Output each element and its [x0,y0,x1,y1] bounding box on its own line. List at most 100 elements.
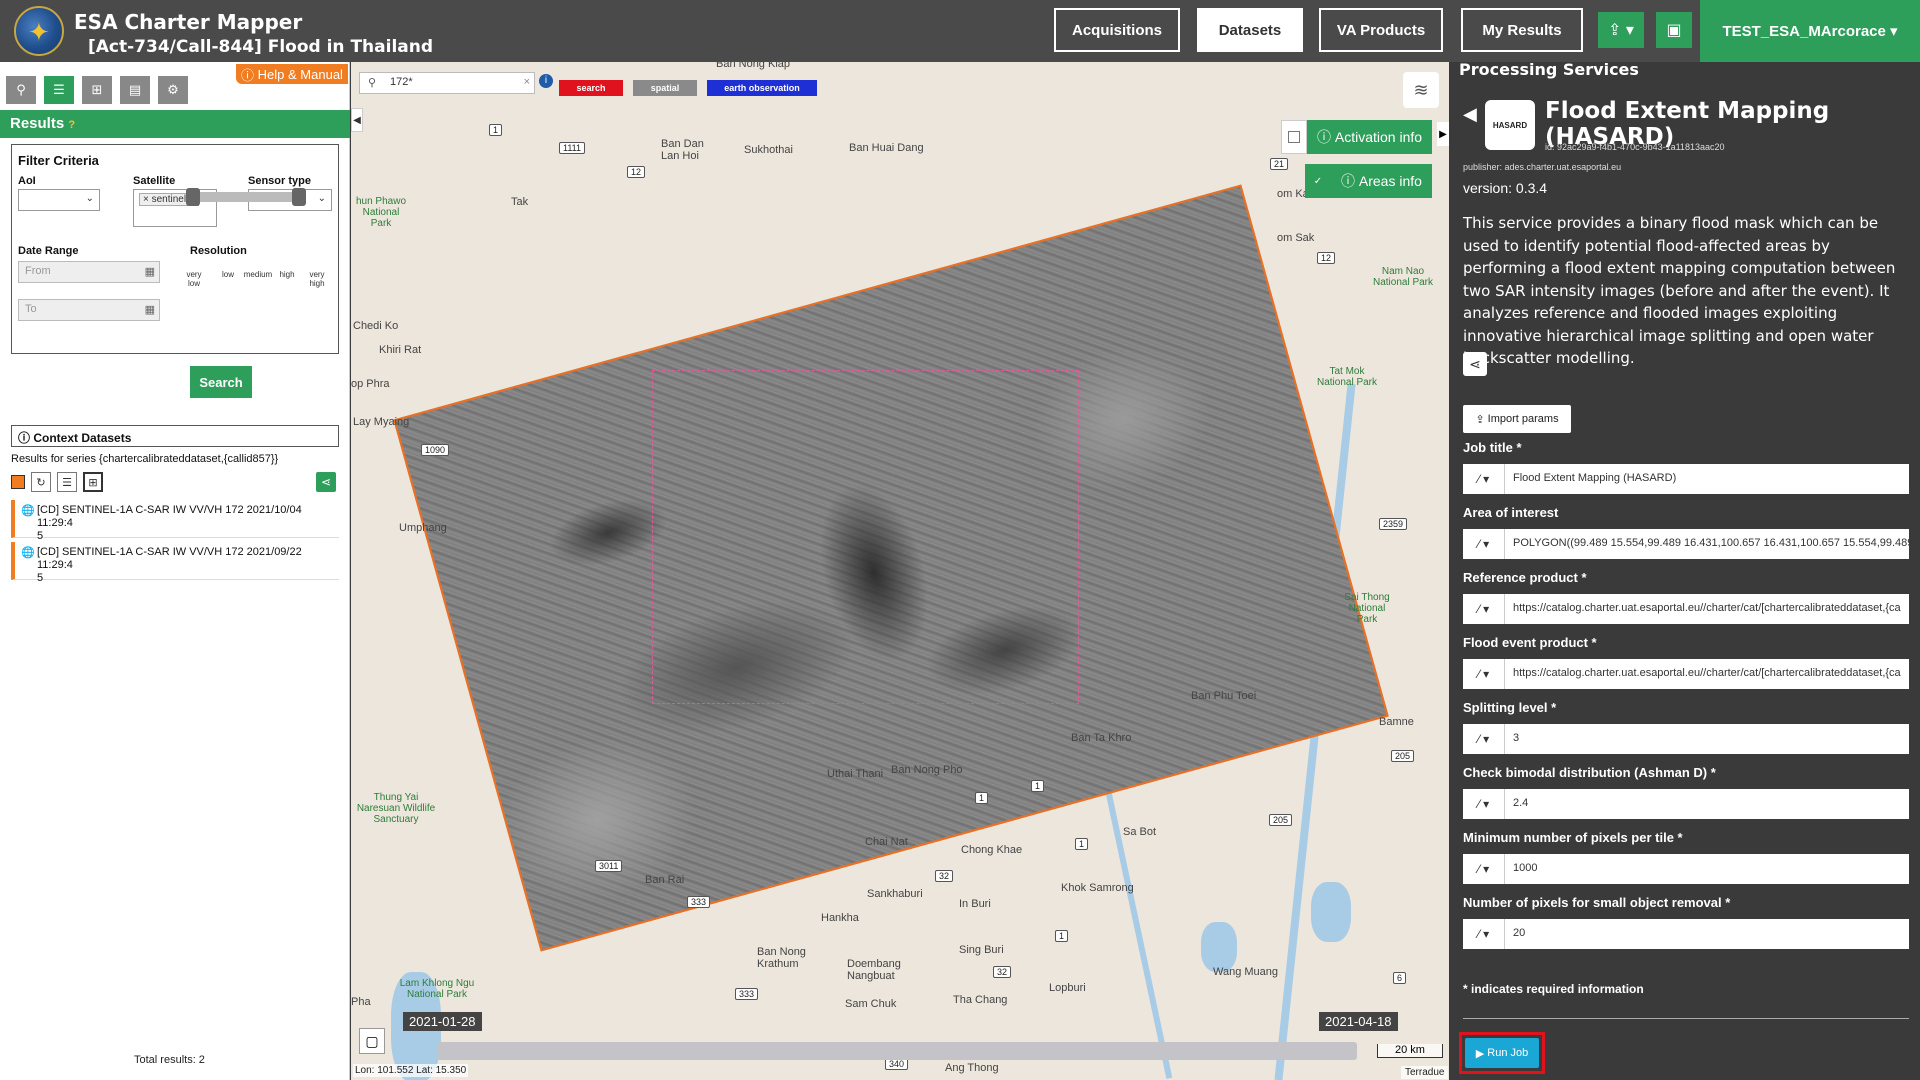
wand-dropdown[interactable]: ⁄ ▾ [1463,789,1505,819]
timeline-slider[interactable] [437,1042,1357,1060]
nav-datasets-button[interactable]: Datasets [1197,8,1303,52]
collapse-left-panel-arrow[interactable]: ◀ [351,108,363,132]
context-datasets-header[interactable]: ⓘ Context Datasets [11,425,339,447]
list-view-button[interactable]: ☰ [57,472,77,492]
scale-bar: 20 km [1377,1044,1443,1058]
road-shield: 12 [627,166,646,178]
reference-product-field[interactable]: ⁄ ▾ https://catalog.charter.uat.esaportal… [1463,594,1909,624]
date-from-input[interactable]: From ▦ [18,261,160,283]
search-button[interactable]: Search [190,366,252,398]
splitting-level-value[interactable]: 3 [1505,724,1909,754]
list-icon: ☰ [62,476,72,489]
map-search-input[interactable]: ⚲ 172* × [359,72,535,94]
activation-info-toggle[interactable]: ⓘ Activation info [1281,120,1433,154]
road-shield: 205 [1269,814,1293,826]
map-place-label: Ban Ta Khro [1071,732,1132,744]
search-tool-button[interactable]: ⚲ [6,76,36,104]
refresh-button[interactable]: ↻ [31,472,51,492]
result-item[interactable]: 🌐 [CD] SENTINEL-1A C-SAR IW VV/VH 172 20… [11,500,339,542]
cursor-coordinates: Lon: 101.552 Lat: 15.350 [353,1064,469,1077]
field-label-ashman-d: Check bimodal distribution (Ashman D) * [1463,765,1716,780]
nav-va-products-button[interactable]: VA Products [1319,8,1443,52]
toolbox-button[interactable]: ▣ [1656,12,1692,48]
upload-dropdown-button[interactable]: ⇪ ▾ [1598,12,1644,48]
ashman-d-field[interactable]: ⁄ ▾ 2.4 [1463,789,1909,819]
activation-info-checkbox[interactable] [1281,120,1307,154]
reference-product-value[interactable]: https://catalog.charter.uat.esaportal.eu… [1505,594,1909,624]
flood-event-product-value[interactable]: https://catalog.charter.uat.esaportal.eu… [1505,659,1909,689]
road-shield: 1 [489,124,503,136]
archive-tool-button[interactable]: ▤ [120,76,150,104]
back-arrow-icon[interactable]: ◀ [1463,104,1477,125]
job-title-field[interactable]: ⁄ ▾ Flood Extent Mapping (HASARD) [1463,464,1909,494]
min-pixels-field[interactable]: ⁄ ▾ 1000 [1463,854,1909,884]
wand-dropdown[interactable]: ⁄ ▾ [1463,529,1505,559]
calendar-icon[interactable]: ▦ [145,265,155,278]
ashman-d-value[interactable]: 2.4 [1505,789,1909,819]
calendar-icon[interactable]: ▦ [145,303,155,316]
info-icon[interactable]: i [539,74,553,88]
wand-dropdown[interactable]: ⁄ ▾ [1463,594,1505,624]
map-place-label: Sing Buri [959,944,1004,956]
wand-dropdown[interactable]: ⁄ ▾ [1463,724,1505,754]
area-of-interest-field[interactable]: ⁄ ▾ POLYGON((99.489 15.554,99.489 16.431,… [1463,529,1909,559]
min-pixels-value[interactable]: 1000 [1505,854,1909,884]
run-job-button[interactable]: ▶ Run Job [1465,1038,1539,1068]
areas-info-checkbox[interactable]: ✓ [1305,164,1331,198]
small-object-removal-field[interactable]: ⁄ ▾ 20 [1463,919,1909,949]
expand-panel-arrow[interactable]: ▶ [1437,122,1449,146]
areas-info-toggle[interactable]: ✓ ⓘ Areas info [1305,164,1432,198]
map-place-label: Ban Phu Toei [1191,690,1257,702]
wand-dropdown[interactable]: ⁄ ▾ [1463,464,1505,494]
share-results-button[interactable]: ⋖ [316,472,336,492]
timeline-end-date: 2021-04-18 [1319,1012,1398,1031]
activation-info-button[interactable]: ⓘ Activation info [1307,120,1433,154]
map-place-label: Lay Myaing [353,416,410,428]
map-place-label: Pha [351,996,371,1008]
import-params-label: Import params [1487,413,1559,425]
check-icon: ✓ [1312,175,1324,187]
job-title-value[interactable]: Flood Extent Mapping (HASARD) [1505,464,1909,494]
layers-button[interactable]: ≋ [1403,72,1439,108]
nav-acquisitions-button[interactable]: Acquisitions [1054,8,1180,52]
share-service-button[interactable]: ⋖ [1463,352,1487,376]
earth-observation-tag[interactable]: earth observation [707,80,817,96]
wand-dropdown[interactable]: ⁄ ▾ [1463,854,1505,884]
resolution-min-handle[interactable] [186,188,200,206]
areas-info-button[interactable]: ⓘ Areas info [1331,164,1432,198]
list-tool-button[interactable]: ☰ [44,76,74,104]
search-tag[interactable]: search [559,80,623,96]
field-label-aoi: Area of interest [1463,505,1559,520]
nav-my-results-button[interactable]: My Results [1461,8,1583,52]
resolution-slider[interactable] [186,188,306,206]
map-view[interactable]: Ban Nong Klap Ban Dan Lan Hoi Sukhothai … [351,62,1449,1080]
settings-tool-button[interactable]: ⚙ [158,76,188,104]
flood-event-product-field[interactable]: ⁄ ▾ https://catalog.charter.uat.esaportal… [1463,659,1909,689]
clear-icon[interactable]: × [524,76,530,88]
aoi-select[interactable]: ⌄ [18,189,100,211]
import-params-button[interactable]: ⇪ Import params [1463,405,1571,433]
select-all-checkbox[interactable] [11,475,25,489]
result-item[interactable]: 🌐 [CD] SENTINEL-1A C-SAR IW VV/VH 172 20… [11,542,339,584]
user-menu-button[interactable]: TEST_ESA_MArcorace ▾ [1700,0,1920,62]
basket-button[interactable]: ⊞ [83,472,103,492]
basket-tool-button[interactable]: ⊞ [82,76,112,104]
wand-dropdown[interactable]: ⁄ ▾ [1463,659,1505,689]
help-manual-button[interactable]: ⓘ Help & Manual [236,64,348,84]
map-park-label: Nam Nao National Park [1372,266,1434,288]
map-place-label: Sam Chuk [845,998,897,1010]
date-to-input[interactable]: To ▦ [18,299,160,321]
small-object-removal-value[interactable]: 20 [1505,919,1909,949]
wand-dropdown[interactable]: ⁄ ▾ [1463,919,1505,949]
timeline-toggle-button[interactable]: ▢ [359,1028,385,1054]
help-circle-icon[interactable]: ? [68,119,75,131]
esa-charter-logo[interactable]: ✦ [14,6,64,56]
spatial-tag[interactable]: spatial [633,80,697,96]
resolution-max-handle[interactable] [292,188,306,206]
area-of-interest-value[interactable]: POLYGON((99.489 15.554,99.489 16.431,100… [1505,529,1909,559]
chevron-right-icon: ▶ [1439,128,1447,140]
map-place-label: Doembang Nangbuat [847,958,901,982]
hasard-logo: HASARD [1485,100,1535,150]
total-results: Total results: 2 [134,1054,205,1066]
splitting-level-field[interactable]: ⁄ ▾ 3 [1463,724,1909,754]
